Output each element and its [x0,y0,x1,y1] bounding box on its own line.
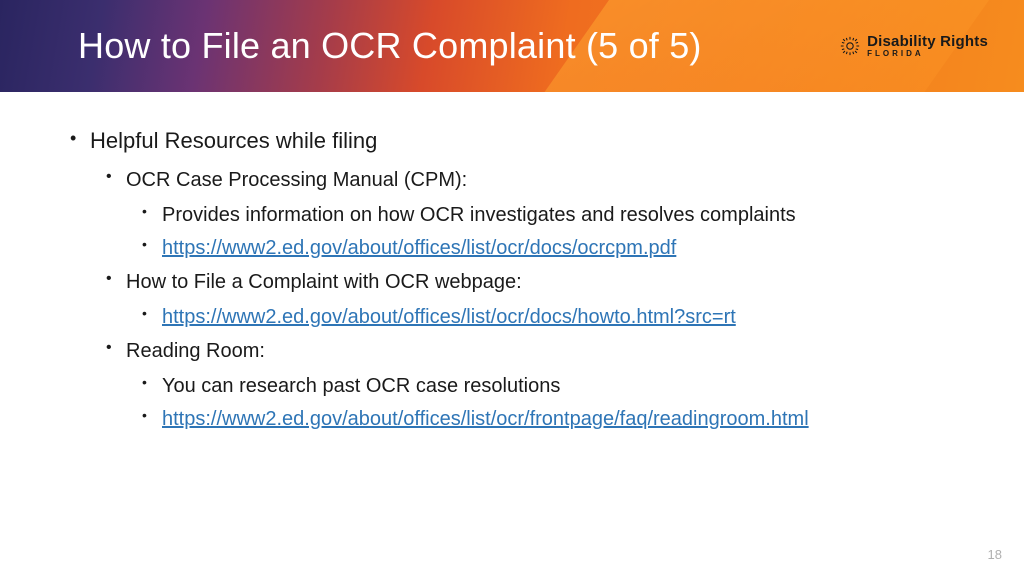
list-item: You can research past OCR case resolutio… [126,373,964,400]
list-item: https://www2.ed.gov/about/offices/list/o… [126,406,964,433]
slide-title: How to File an OCR Complaint (5 of 5) [78,25,702,67]
list-item: https://www2.ed.gov/about/offices/list/o… [126,235,964,262]
resource-link[interactable]: https://www2.ed.gov/about/offices/list/o… [162,306,736,328]
section-title: OCR Case Processing Manual (CPM): [126,169,467,191]
resource-link[interactable]: https://www2.ed.gov/about/offices/list/o… [162,237,676,259]
section-item: How to File a Complaint with OCR webpage… [90,268,964,331]
logo-main-text: Disability Rights [867,34,988,49]
page-number: 18 [988,547,1002,562]
resource-link[interactable]: https://www2.ed.gov/about/offices/list/o… [162,408,809,430]
section-item: Reading Room: You can research past OCR … [90,337,964,433]
section-title: How to File a Complaint with OCR webpage… [126,271,522,293]
logo-sub-text: FLORIDA [867,50,988,58]
heading-text: Helpful Resources while filing [90,128,377,153]
list-item: Provides information on how OCR investig… [126,202,964,229]
item-text: Provides information on how OCR investig… [162,204,796,226]
section-item: OCR Case Processing Manual (CPM): Provid… [90,166,964,262]
item-text: You can research past OCR case resolutio… [162,375,560,397]
list-item: https://www2.ed.gov/about/offices/list/o… [126,304,964,331]
sun-icon [839,35,861,57]
slide-content: Helpful Resources while filing OCR Case … [0,92,1024,433]
content-heading: Helpful Resources while filing OCR Case … [60,128,964,433]
org-logo: Disability Rights FLORIDA [839,34,988,58]
section-title: Reading Room: [126,340,265,362]
slide-header: How to File an OCR Complaint (5 of 5) Di… [0,0,1024,92]
